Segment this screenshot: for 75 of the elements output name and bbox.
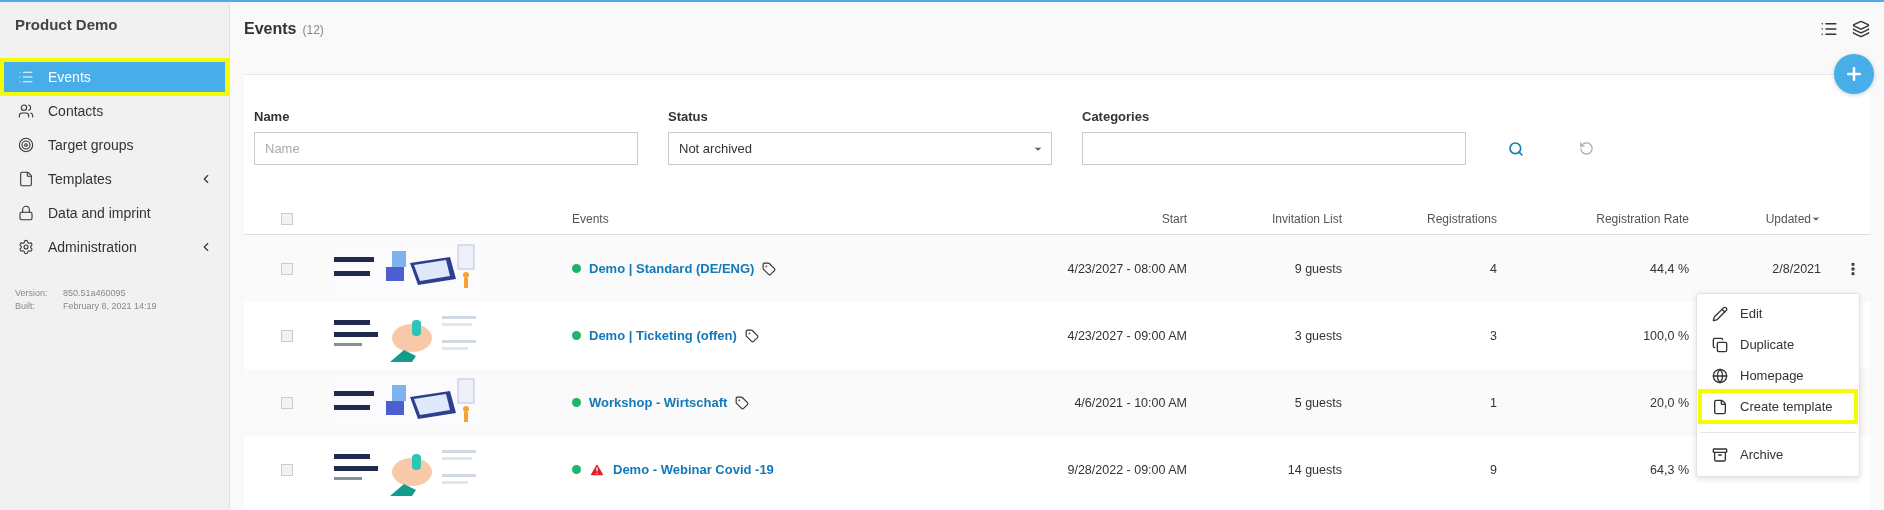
row-checkbox[interactable] (281, 329, 293, 342)
list-view-icon[interactable] (1820, 20, 1838, 38)
pencil-icon (1712, 305, 1728, 322)
add-button[interactable] (1834, 54, 1874, 94)
select-all-checkbox[interactable] (281, 212, 293, 225)
event-link[interactable]: Workshop - Wirtschaft (589, 395, 728, 410)
row-checkbox[interactable] (281, 396, 293, 409)
reset-icon (1578, 141, 1594, 156)
tag-icon[interactable] (735, 395, 750, 410)
version-label: Version: (15, 288, 49, 298)
column-header[interactable]: Updated (1704, 211, 1836, 226)
filter-label: Name (254, 109, 291, 124)
menu-item[interactable]: Create template (1700, 391, 1856, 422)
copy-icon (1712, 336, 1728, 353)
status-select[interactable]: Not archived (668, 132, 1052, 165)
archive-box-icon (1712, 446, 1728, 463)
start-cell-text: 4/23/2027 - 08:00 AM (1066, 261, 1188, 276)
sidebar-item[interactable]: Contacts (2, 94, 227, 128)
filter-label: Status (668, 109, 709, 124)
list-icon (18, 69, 34, 85)
invitation-cell-text: 5 guests (1293, 395, 1343, 410)
rate-cell-text: 44,4 % (1649, 261, 1690, 276)
event-link[interactable]: Demo - Webinar Covid -19 (613, 462, 774, 477)
settings-icon (18, 239, 34, 255)
filter-input[interactable]: Name (254, 132, 638, 165)
registrations-cell-text: 9 (1489, 462, 1498, 477)
event-count: (12) (302, 23, 324, 37)
registrations-cell-text: 3 (1489, 328, 1498, 343)
filter-label: Categories (1082, 109, 1151, 124)
tag-icon[interactable] (762, 261, 777, 276)
people-icon (18, 103, 34, 119)
tag-icon[interactable] (744, 328, 759, 343)
rate-cell-text: 100,0 % (1642, 328, 1690, 343)
start-cell-text: 4/23/2027 - 09:00 AM (1066, 328, 1188, 343)
menu-item[interactable]: Homepage (1700, 360, 1856, 391)
sidebar-item[interactable]: Target groups (2, 128, 227, 162)
sidebar-item[interactable]: Templates (2, 162, 227, 196)
registrations-cell-text: 4 (1489, 261, 1498, 276)
invitation-cell-text: 14 guests (1286, 462, 1343, 477)
rate-cell-text: 64,3 % (1649, 462, 1690, 477)
built-value: February 8, 2021 14:19 (63, 301, 158, 311)
invitation-cell-text: 9 guests (1293, 261, 1343, 276)
page-title: Events (244, 20, 297, 38)
globe-icon (1712, 367, 1728, 384)
rate-cell-text: 20,0 % (1649, 395, 1690, 410)
sidebar-item[interactable]: Administration (2, 230, 227, 264)
sidebar-item[interactable]: Data and imprint (2, 196, 227, 230)
document-icon (18, 171, 34, 187)
menu-item[interactable]: Archive (1700, 432, 1856, 472)
menu-item[interactable]: Duplicate (1700, 329, 1856, 360)
column-header[interactable]: Registration Rate (1512, 211, 1704, 226)
event-link[interactable]: Demo | Standard (DE/ENG) (589, 261, 755, 276)
column-header[interactable]: Invitation List (1202, 211, 1357, 226)
plus-icon (1844, 64, 1864, 84)
document-icon (1712, 398, 1728, 415)
column-header[interactable]: Events (572, 211, 1002, 226)
event-link[interactable]: Demo | Ticketing (offen) (589, 328, 737, 343)
version-value: 850.51a460095 (63, 288, 127, 298)
column-header[interactable]: Registrations (1357, 211, 1512, 226)
row-checkbox[interactable] (281, 262, 293, 275)
start-cell-text: 9/28/2022 - 09:00 AM (1066, 462, 1188, 477)
column-header[interactable]: Start (1002, 211, 1202, 226)
layers-icon[interactable] (1852, 20, 1870, 38)
app-title: Product Demo (14, 16, 119, 35)
menu-item[interactable]: Edit (1700, 298, 1856, 329)
updated-cell-text: 2/8/2021 (1771, 261, 1822, 276)
start-cell-text: 4/6/2021 - 10:00 AM (1073, 395, 1188, 410)
target-icon (18, 137, 34, 153)
registrations-cell-text: 1 (1489, 395, 1498, 410)
search-icon (1508, 140, 1524, 157)
filter-input[interactable] (1082, 132, 1466, 165)
lock-icon (18, 205, 34, 221)
row-checkbox[interactable] (281, 463, 293, 476)
built-label: Built: (15, 301, 36, 311)
invitation-cell-text: 3 guests (1293, 328, 1343, 343)
